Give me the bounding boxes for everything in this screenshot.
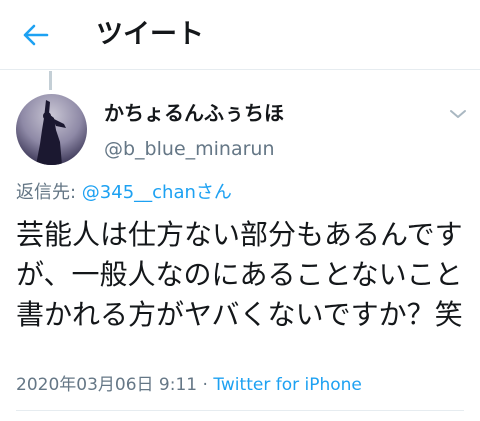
- avatar[interactable]: [16, 94, 87, 165]
- divider: [16, 410, 464, 411]
- thread-connector-line: [49, 71, 52, 90]
- arrow-left-icon: [23, 24, 49, 46]
- page-title: ツイート: [96, 19, 204, 50]
- top-bar: ツイート: [0, 0, 480, 70]
- chevron-down-icon: [450, 110, 466, 118]
- tweet-text: 芸能人は仕方ない部分もあるんですが、一般人なのにあることないこと書かれる方がヤバ…: [16, 218, 463, 331]
- meta-separator: ·: [197, 375, 214, 395]
- back-button[interactable]: [18, 17, 54, 53]
- tweet-menu-button[interactable]: [444, 102, 472, 126]
- tweet-timestamp[interactable]: 2020年03月06日 9:11: [16, 375, 197, 395]
- reply-to-label: 返信先:: [16, 182, 82, 203]
- profile-avatar-image: [16, 94, 87, 165]
- reply-to-line: 返信先: @345__chanさん: [16, 180, 232, 206]
- author-display-name[interactable]: かちょるんふぅちほ: [104, 99, 284, 127]
- reply-mention-link[interactable]: @345__chanさん: [82, 182, 232, 203]
- tweet-meta: 2020年03月06日 9:11 · Twitter for iPhone: [16, 373, 362, 397]
- author-handle[interactable]: @b_blue_minarun: [104, 136, 275, 162]
- tweet-source-link[interactable]: Twitter for iPhone: [213, 375, 362, 395]
